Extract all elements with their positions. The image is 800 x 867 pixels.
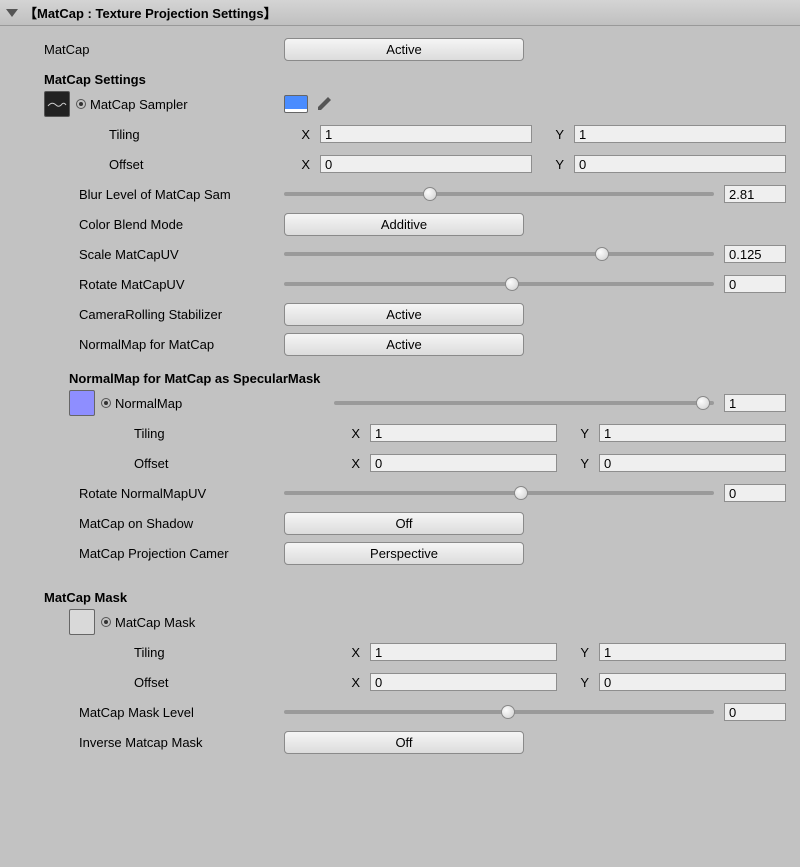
mask-level-label: MatCap Mask Level xyxy=(14,705,284,720)
slider-thumb-icon xyxy=(423,187,437,201)
tiling-label: Tiling xyxy=(14,426,334,441)
matcap-on-shadow-button[interactable]: Off xyxy=(284,512,524,535)
foldout-arrow-icon xyxy=(6,9,18,17)
normalmap-thumbnail[interactable] xyxy=(69,390,95,416)
scale-uv-value[interactable] xyxy=(724,245,786,263)
x-label: X xyxy=(284,157,314,172)
blur-slider[interactable] xyxy=(284,192,714,196)
mask-tiling-x[interactable] xyxy=(370,643,557,661)
section-title: 【MatCap : Texture Projection Settings】 xyxy=(24,3,277,22)
mask-level-value[interactable] xyxy=(724,703,786,721)
y-label: Y xyxy=(538,127,568,142)
mask-level-slider[interactable] xyxy=(284,710,714,714)
inverse-mask-button[interactable]: Off xyxy=(284,731,524,754)
mask-offset-x[interactable] xyxy=(370,673,557,691)
normalmap-offset-y[interactable] xyxy=(599,454,786,472)
normalmap-heading: NormalMap for MatCap as SpecularMask xyxy=(14,371,786,386)
matcap-tiling-x[interactable] xyxy=(320,125,532,143)
normalmap-label: NormalMap xyxy=(101,396,182,411)
mask-offset-y[interactable] xyxy=(599,673,786,691)
slider-thumb-icon xyxy=(595,247,609,261)
matcap-settings-heading: MatCap Settings xyxy=(14,72,786,87)
rotate-normalmap-uv-slider[interactable] xyxy=(284,491,714,495)
color-blend-label: Color Blend Mode xyxy=(14,217,284,232)
camera-rolling-button[interactable]: Active xyxy=(284,303,524,326)
camera-rolling-label: CameraRolling Stabilizer xyxy=(14,307,284,322)
rotate-normalmap-uv-value[interactable] xyxy=(724,484,786,502)
matcap-tiling-y[interactable] xyxy=(574,125,786,143)
matcap-toggle-button[interactable]: Active xyxy=(284,38,524,61)
matcap-projection-button[interactable]: Perspective xyxy=(284,542,524,565)
offset-label: Offset xyxy=(14,675,334,690)
radio-icon xyxy=(101,398,111,408)
rotate-normalmap-uv-label: Rotate NormalMapUV xyxy=(14,486,284,501)
matcap-sampler-label: MatCap Sampler xyxy=(76,97,188,112)
slider-thumb-icon xyxy=(501,705,515,719)
offset-label: Offset xyxy=(14,456,334,471)
y-label: Y xyxy=(563,675,593,690)
matcap-mask-thumbnail[interactable] xyxy=(69,609,95,635)
rotate-uv-label: Rotate MatCapUV xyxy=(14,277,284,292)
x-label: X xyxy=(284,127,314,142)
y-label: Y xyxy=(563,456,593,471)
radio-icon xyxy=(101,617,111,627)
blur-label: Blur Level of MatCap Sam xyxy=(14,187,284,202)
x-label: X xyxy=(334,456,364,471)
slider-thumb-icon xyxy=(514,486,528,500)
mask-tiling-y[interactable] xyxy=(599,643,786,661)
scale-uv-label: Scale MatCapUV xyxy=(14,247,284,262)
matcap-sampler-thumbnail[interactable] xyxy=(44,91,70,117)
eyedropper-icon[interactable] xyxy=(316,96,332,112)
inverse-mask-label: Inverse Matcap Mask xyxy=(14,735,284,750)
matcap-label: MatCap xyxy=(14,42,284,57)
matcap-mask-heading: MatCap Mask xyxy=(14,590,786,605)
normalmap-offset-x[interactable] xyxy=(370,454,557,472)
normalmap-strength-slider[interactable] xyxy=(334,401,714,405)
matcap-color-swatch[interactable] xyxy=(284,95,308,113)
normalmap-for-label: NormalMap for MatCap xyxy=(14,337,284,352)
tiling-label: Tiling xyxy=(14,127,284,142)
section-header[interactable]: 【MatCap : Texture Projection Settings】 xyxy=(0,0,800,26)
matcap-panel: 【MatCap : Texture Projection Settings】 M… xyxy=(0,0,800,779)
scale-uv-slider[interactable] xyxy=(284,252,714,256)
matcap-offset-y[interactable] xyxy=(574,155,786,173)
normalmap-for-button[interactable]: Active xyxy=(284,333,524,356)
y-label: Y xyxy=(563,426,593,441)
panel-body: MatCap Active MatCap Settings MatCap Sam… xyxy=(0,26,800,779)
matcap-mask-label: MatCap Mask xyxy=(101,615,195,630)
blur-value[interactable] xyxy=(724,185,786,203)
y-label: Y xyxy=(538,157,568,172)
x-label: X xyxy=(334,426,364,441)
rotate-uv-slider[interactable] xyxy=(284,282,714,286)
rotate-uv-value[interactable] xyxy=(724,275,786,293)
matcap-projection-label: MatCap Projection Camer xyxy=(14,546,284,561)
x-label: X xyxy=(334,675,364,690)
matcap-on-shadow-label: MatCap on Shadow xyxy=(14,516,284,531)
normalmap-tiling-y[interactable] xyxy=(599,424,786,442)
tiling-label: Tiling xyxy=(14,645,334,660)
radio-icon xyxy=(76,99,86,109)
normalmap-strength-value[interactable] xyxy=(724,394,786,412)
y-label: Y xyxy=(563,645,593,660)
normalmap-tiling-x[interactable] xyxy=(370,424,557,442)
x-label: X xyxy=(334,645,364,660)
offset-label: Offset xyxy=(14,157,284,172)
sampler-texture-icon xyxy=(47,99,67,109)
color-blend-button[interactable]: Additive xyxy=(284,213,524,236)
slider-thumb-icon xyxy=(696,396,710,410)
matcap-offset-x[interactable] xyxy=(320,155,532,173)
slider-thumb-icon xyxy=(505,277,519,291)
